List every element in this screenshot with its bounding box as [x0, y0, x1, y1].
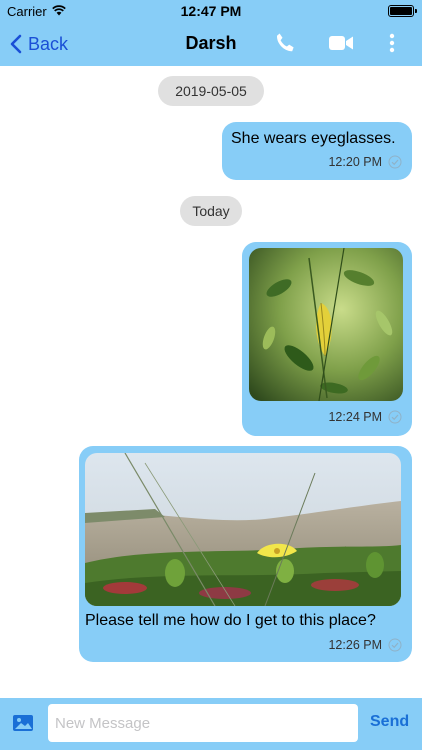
message-composer: Send	[0, 698, 422, 750]
message-time: 12:26 PM	[328, 638, 382, 652]
image-attach-icon[interactable]	[12, 713, 34, 733]
battery-icon	[388, 5, 417, 17]
message-caption: Please tell me how do I get to this plac…	[85, 612, 376, 629]
date-separator: Today	[180, 196, 242, 226]
delivered-check-icon	[388, 410, 402, 424]
message-meta: 12:24 PM	[328, 410, 402, 424]
message-time: 12:20 PM	[328, 155, 382, 169]
chat-title: Darsh	[185, 33, 237, 53]
delivered-check-icon	[388, 155, 402, 169]
delivered-check-icon	[388, 638, 402, 652]
plant-photo	[249, 248, 403, 401]
outgoing-image-message[interactable]: Please tell me how do I get to this plac…	[79, 446, 412, 662]
message-input[interactable]	[48, 704, 358, 742]
status-time: 12:47 PM	[180, 3, 242, 19]
message-meta: 12:20 PM	[328, 155, 402, 169]
top-bar: Carrier 12:47 PM Back Darsh	[0, 0, 422, 66]
phone-icon[interactable]	[273, 31, 297, 55]
video-camera-icon[interactable]	[328, 33, 354, 53]
message-time: 12:24 PM	[328, 410, 382, 424]
status-bar: Carrier 12:47 PM	[0, 0, 422, 22]
dune-photo	[85, 453, 401, 606]
message-meta: 12:26 PM	[328, 638, 402, 652]
outgoing-message-bubble[interactable]: She wears eyeglasses. 12:20 PM	[222, 122, 412, 180]
outgoing-image-message[interactable]: 12:24 PM	[242, 242, 412, 436]
more-options-icon[interactable]	[387, 33, 397, 53]
photo-attachment[interactable]	[85, 453, 401, 606]
message-text: She wears eyeglasses.	[231, 130, 396, 147]
photo-attachment[interactable]	[249, 248, 403, 401]
navigation-bar: Back Darsh	[0, 22, 422, 66]
send-button[interactable]: Send	[370, 713, 409, 731]
date-separator: 2019-05-05	[158, 76, 264, 106]
